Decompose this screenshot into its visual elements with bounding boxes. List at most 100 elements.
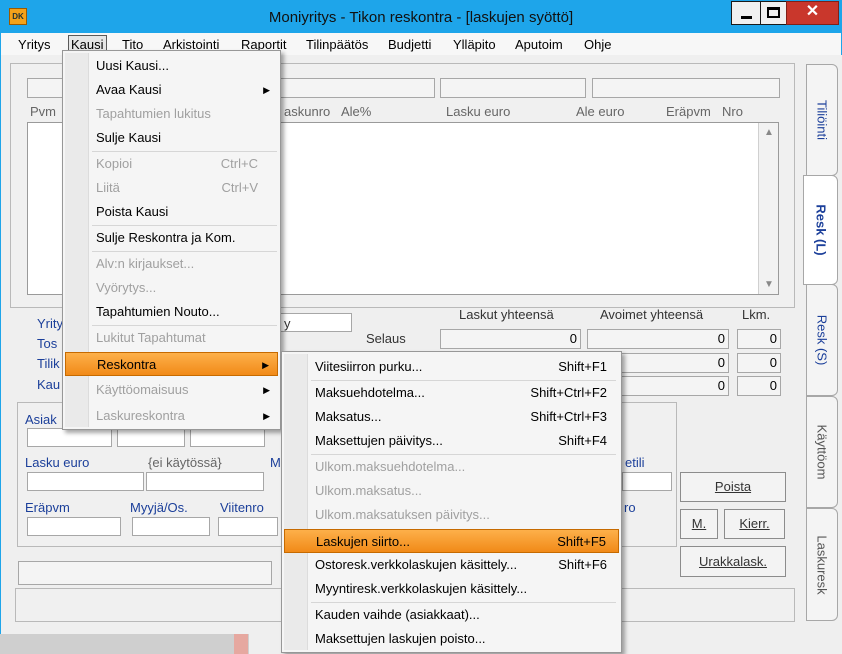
title-bar: DK Moniyritys - Tikon reskontra - [lasku… bbox=[0, 0, 842, 33]
tab-laskuresk[interactable]: Laskuresk bbox=[806, 508, 838, 621]
menu-item-label: Lukitut Tapahtumat bbox=[96, 330, 206, 345]
menu-item-reskontra[interactable]: Reskontra ▶ bbox=[65, 352, 278, 376]
maximize-button[interactable] bbox=[760, 1, 787, 25]
submenu-item-myyntiresk-verkkolaskut[interactable]: Myyntiresk.verkkolaskujen käsittely... bbox=[284, 577, 619, 601]
m-button[interactable]: M. bbox=[680, 509, 718, 539]
menu-item-label: Maksuehdotelma... bbox=[315, 385, 425, 400]
asiak-field[interactable] bbox=[27, 428, 112, 447]
m-fragment-label: M bbox=[270, 455, 281, 470]
menu-item-vyorytys: Vyörytys... bbox=[65, 276, 278, 300]
menu-item-label: Myyntiresk.verkkolaskujen käsittely... bbox=[315, 581, 528, 596]
myyja-label: Myyjä/Os. bbox=[130, 500, 188, 515]
asiak-field-3[interactable] bbox=[190, 428, 265, 447]
urakkalask-button[interactable]: Urakkalask. bbox=[680, 546, 786, 577]
etili-field[interactable] bbox=[622, 472, 672, 491]
label-kausi: Kau bbox=[37, 377, 61, 392]
menu-item-tapahtumien-lukitus: Tapahtumien lukitus bbox=[65, 102, 278, 126]
menu-tilinpaatos[interactable]: Tilinpäätös bbox=[304, 35, 370, 54]
myyja-field[interactable] bbox=[132, 517, 210, 536]
tab-resk-s-label: Resk (S) bbox=[814, 314, 830, 366]
menu-item-sulje-kausi[interactable]: Sulje Kausi bbox=[65, 126, 278, 150]
lkm-label: Lkm. bbox=[742, 307, 771, 322]
selaus-label: Selaus bbox=[366, 331, 406, 346]
y-field[interactable]: y bbox=[270, 313, 352, 332]
menu-item-label: Maksettujen päivitys... bbox=[315, 433, 443, 448]
menu-yritys[interactable]: Yritys bbox=[16, 35, 53, 54]
menu-item-shortcut: Shift+F1 bbox=[558, 359, 607, 374]
label-tilik: Tilik bbox=[37, 356, 60, 371]
urakkalask-button-label: Urakkalask. bbox=[699, 554, 767, 569]
col-nro: Nro bbox=[722, 104, 743, 119]
lkm-total-2: 0 bbox=[737, 353, 781, 373]
ro-fragment-label: ro bbox=[624, 500, 636, 515]
submenu-item-maksuehdotelma[interactable]: Maksuehdotelma... Shift+Ctrl+F2 bbox=[284, 381, 619, 405]
menu-item-tapahtumien-nouto[interactable]: Tapahtumien Nouto... bbox=[65, 300, 278, 324]
menu-item-label: Ulkom.maksatuksen päivitys... bbox=[315, 507, 490, 522]
reskontra-submenu: Viitesiirron purku... Shift+F1 Maksuehdot… bbox=[281, 351, 622, 653]
menu-item-label: Kauden vaihde (asiakkaat)... bbox=[315, 607, 480, 622]
col-erapvm: Eräpvm bbox=[666, 104, 711, 119]
menu-item-label: Laskureskontra bbox=[96, 408, 185, 423]
submenu-item-laskujen-siirto[interactable]: Laskujen siirto... Shift+F5 bbox=[284, 529, 619, 553]
menu-item-uusi-kausi[interactable]: Uusi Kausi... bbox=[65, 54, 278, 78]
tab-tilointi[interactable]: Tiliöinti bbox=[806, 64, 838, 176]
submenu-item-ostoresk-verkkolaskut[interactable]: Ostoresk.verkkolaskujen käsittely... Shif… bbox=[284, 553, 619, 577]
submenu-item-maksettujen-paivitys[interactable]: Maksettujen päivitys... Shift+F4 bbox=[284, 429, 619, 453]
lasku-euro-field[interactable] bbox=[27, 472, 144, 491]
y-field-text: y bbox=[284, 316, 291, 331]
menu-item-shortcut: Shift+Ctrl+F3 bbox=[530, 409, 607, 424]
menu-item-sulje-reskontra[interactable]: Sulje Reskontra ja Kom. bbox=[65, 226, 278, 250]
background-fragment bbox=[234, 634, 248, 654]
col-ale-pct: Ale% bbox=[341, 104, 372, 119]
submenu-item-kauden-vaihde[interactable]: Kauden vaihde (asiakkaat)... bbox=[284, 603, 619, 627]
viitenro-field[interactable] bbox=[218, 517, 278, 536]
scroll-down-icon[interactable]: ▼ bbox=[759, 279, 779, 290]
label-tos: Tos bbox=[37, 336, 58, 351]
menu-ohje[interactable]: Ohje bbox=[582, 35, 613, 54]
menu-yllapito[interactable]: Ylläpito bbox=[451, 35, 498, 54]
ei-kaytossa-field bbox=[146, 472, 264, 491]
poista-button[interactable]: Poista bbox=[680, 472, 786, 502]
menu-item-label: Ostoresk.verkkolaskujen käsittely... bbox=[315, 557, 518, 572]
avoimet-total-1: 0 bbox=[587, 329, 729, 349]
submenu-item-maksatus[interactable]: Maksatus... Shift+Ctrl+F3 bbox=[284, 405, 619, 429]
m-button-label: M. bbox=[691, 516, 707, 531]
menu-item-label: Laskujen siirto... bbox=[316, 534, 410, 549]
asiak-field-2[interactable] bbox=[117, 428, 185, 447]
lkm-total-1: 0 bbox=[737, 329, 781, 349]
lkm-total-3: 0 bbox=[737, 376, 781, 396]
submenu-arrow-icon: ▶ bbox=[263, 411, 270, 421]
submenu-item-maksettujen-poisto[interactable]: Maksettujen laskujen poisto... bbox=[284, 627, 619, 651]
menu-item-poista-kausi[interactable]: Poista Kausi bbox=[65, 200, 278, 224]
list-scrollbar[interactable]: ▲ ▼ bbox=[758, 123, 778, 294]
tab-resk-l-label: Resk (L) bbox=[813, 204, 828, 256]
submenu-item-ulkom-maksatus: Ulkom.maksatus... bbox=[284, 479, 619, 503]
tab-resk-s[interactable]: Resk (S) bbox=[806, 284, 838, 396]
kierr-button[interactable]: Kierr. bbox=[724, 509, 785, 539]
scroll-up-icon[interactable]: ▲ bbox=[759, 127, 779, 138]
background-strip bbox=[0, 634, 249, 654]
tab-resk-l[interactable]: Resk (L) bbox=[803, 175, 838, 285]
menu-item-label: Kopioi bbox=[96, 156, 133, 171]
etili-fragment-label: etili bbox=[625, 455, 645, 470]
submenu-arrow-icon: ▶ bbox=[262, 360, 269, 370]
asiak-label: Asiak bbox=[25, 412, 57, 427]
close-button[interactable]: ✕ bbox=[786, 1, 839, 25]
menu-item-shortcut: Shift+F5 bbox=[557, 534, 606, 549]
maximize-icon bbox=[767, 7, 780, 18]
minimize-button[interactable] bbox=[731, 1, 761, 25]
viitenro-label: Viitenro bbox=[220, 500, 264, 515]
menu-budjetti[interactable]: Budjetti bbox=[386, 35, 433, 54]
menu-aputoim[interactable]: Aputoim bbox=[513, 35, 565, 54]
submenu-item-viitesiirron-purku[interactable]: Viitesiirron purku... Shift+F1 bbox=[284, 355, 619, 379]
erapvm-field[interactable] bbox=[27, 517, 121, 536]
lasku-euro-label: Lasku euro bbox=[25, 455, 90, 470]
menu-item-avaa-kausi[interactable]: Avaa Kausi ▶ bbox=[65, 78, 278, 102]
menu-item-liita: Liitä Ctrl+V bbox=[65, 176, 278, 200]
tab-kayttoom[interactable]: Käyttöom bbox=[806, 396, 838, 508]
menu-item-label: Poista Kausi bbox=[96, 204, 169, 219]
submenu-arrow-icon: ▶ bbox=[263, 85, 270, 95]
menu-item-alv-kirjaukset: Alv:n kirjaukset... bbox=[65, 252, 278, 276]
menu-item-label: Käyttöomaisuus bbox=[96, 382, 189, 397]
menu-item-label: Ulkom.maksatus... bbox=[315, 483, 422, 498]
